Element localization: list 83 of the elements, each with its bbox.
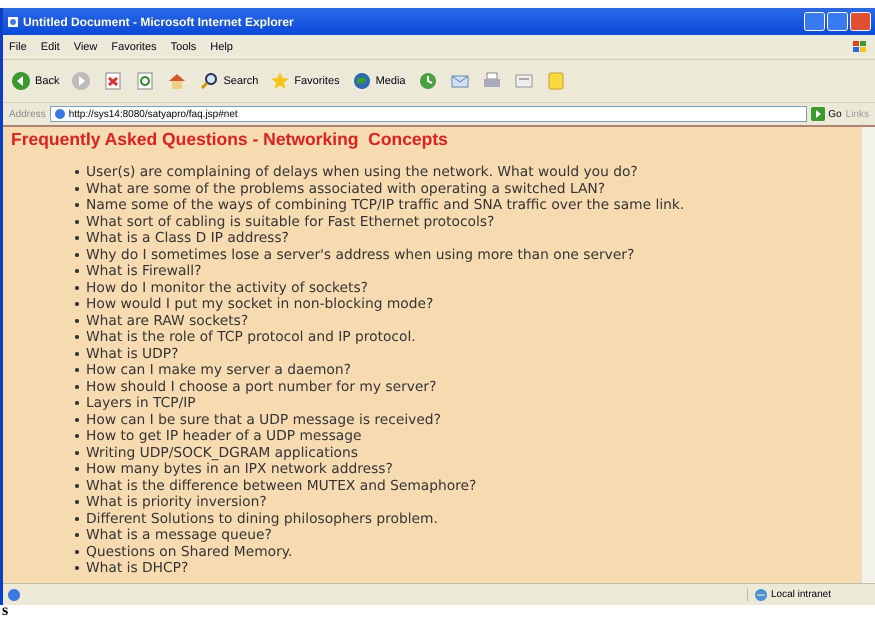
bullet-icon bbox=[75, 302, 79, 306]
page-heading: Frequently Asked Questions - Networking Concepts bbox=[11, 129, 449, 150]
question-link[interactable]: What are RAW sockets? bbox=[86, 312, 248, 329]
refresh-icon bbox=[135, 71, 156, 91]
bullet-icon bbox=[75, 516, 79, 521]
home-icon bbox=[167, 71, 188, 91]
search-icon bbox=[199, 71, 220, 91]
question-link[interactable]: What is a Class D IP address? bbox=[86, 230, 289, 246]
question-link[interactable]: What is a message queue? bbox=[86, 527, 272, 544]
question-link[interactable]: Name some of the ways of combining TCP/IP traffic and SNA traffic over the same link. bbox=[86, 197, 684, 214]
page-icon bbox=[54, 108, 66, 120]
bullet-icon bbox=[75, 170, 79, 174]
favorites-button[interactable]: Favorites bbox=[268, 69, 342, 93]
bullet-icon bbox=[75, 252, 79, 257]
bullet-icon bbox=[75, 418, 79, 422]
question-link[interactable]: How to get IP header of a UDP message bbox=[86, 428, 362, 444]
question-link[interactable]: Different Solutions to dining philosophers problem. bbox=[86, 510, 438, 527]
bullet-icon bbox=[75, 220, 79, 224]
question-link[interactable]: Layers in TCP/IP bbox=[86, 395, 196, 412]
question-link[interactable]: Why do I sometimes lose a server's address when using more than one server? bbox=[86, 246, 634, 263]
zone-label: Local intranet bbox=[770, 589, 831, 600]
question-link[interactable]: How can I be sure that a UDP message is received? bbox=[86, 412, 441, 428]
bullet-icon bbox=[75, 352, 79, 356]
question-link[interactable]: How do I monitor the activity of sockets? bbox=[86, 280, 368, 296]
minimize-button[interactable] bbox=[804, 12, 825, 31]
question-link[interactable]: User(s) are complaining of delays when using the network. What would you do? bbox=[86, 164, 638, 180]
bullet-icon bbox=[75, 186, 79, 191]
question-link[interactable]: What sort of cabling is suitable for Fast Ethernet protocols? bbox=[86, 214, 494, 230]
bullet-icon bbox=[75, 318, 79, 323]
page-icon bbox=[7, 588, 21, 602]
star-icon bbox=[270, 71, 290, 91]
go-button[interactable]: Go bbox=[811, 107, 842, 121]
bullet-icon bbox=[75, 533, 79, 538]
question-link[interactable]: How should I choose a port number for my server? bbox=[86, 378, 436, 395]
scroll-bar[interactable] bbox=[861, 127, 875, 583]
page-icon bbox=[7, 16, 19, 28]
question-link[interactable]: How would I put my socket in non-blocking mode? bbox=[86, 296, 434, 312]
question-link[interactable]: What is the role of TCP protocol and IP protocol. bbox=[86, 329, 416, 346]
bullet-icon bbox=[75, 450, 79, 455]
bullet-icon bbox=[75, 484, 79, 488]
question-link[interactable]: What is DHCP? bbox=[86, 560, 188, 576]
search-button[interactable]: Search bbox=[197, 69, 260, 93]
bullet-icon bbox=[75, 286, 79, 290]
bullet-icon bbox=[75, 467, 79, 472]
globe-icon bbox=[352, 71, 372, 91]
bullet-icon bbox=[75, 566, 79, 570]
bullet-icon bbox=[75, 401, 79, 406]
question-link[interactable]: What is UDP? bbox=[86, 346, 178, 362]
question-link[interactable]: Questions on Shared Memory. bbox=[86, 544, 292, 560]
question-link[interactable]: What is priority inversion? bbox=[86, 494, 267, 510]
question-link[interactable]: What are some of the problems associated with operating a switched LAN? bbox=[86, 180, 606, 197]
back-button[interactable]: Back bbox=[9, 69, 62, 93]
window-title: Untitled Document - Microsoft Internet Explorer bbox=[23, 14, 294, 28]
bullet-icon bbox=[75, 500, 79, 504]
menu-item[interactable]: Favorites bbox=[111, 41, 157, 53]
clock-icon bbox=[418, 71, 438, 91]
media-button[interactable]: Media bbox=[350, 69, 408, 93]
question-link[interactable]: Writing UDP/SOCK_DGRAM applications bbox=[86, 444, 358, 461]
menu-item[interactable]: Help bbox=[210, 41, 233, 53]
stop-icon bbox=[103, 71, 124, 91]
menu-item[interactable]: View bbox=[74, 41, 98, 53]
close-button[interactable] bbox=[850, 12, 871, 31]
bullet-icon bbox=[75, 434, 79, 438]
bullet-icon bbox=[75, 368, 79, 372]
menu-item[interactable]: Tools bbox=[170, 41, 196, 53]
bullet-icon bbox=[75, 269, 79, 274]
windows-flag-icon bbox=[851, 39, 869, 55]
bullet-icon bbox=[75, 236, 79, 240]
address-label: Address bbox=[9, 108, 46, 120]
question-link[interactable]: How many bytes in an IPX network address? bbox=[86, 461, 393, 478]
bullet-icon bbox=[75, 335, 79, 340]
question-link[interactable]: What is the difference between MUTEX and Semaphore? bbox=[86, 478, 476, 494]
note-icon bbox=[546, 71, 566, 91]
stray-letter: s bbox=[1, 605, 10, 617]
question-link[interactable]: How can I make my server a daemon? bbox=[86, 362, 351, 378]
maximize-button[interactable] bbox=[827, 12, 848, 31]
question-link[interactable]: What is Firewall? bbox=[86, 263, 202, 280]
address-field[interactable]: http://sys14:8080/satyapro/faq.jsp#net bbox=[50, 106, 808, 122]
bullet-icon bbox=[75, 550, 79, 554]
bullet-icon bbox=[75, 384, 79, 389]
menu-item[interactable]: Edit bbox=[40, 41, 60, 53]
bullet-icon bbox=[75, 203, 79, 208]
menu-item[interactable]: File bbox=[9, 41, 27, 53]
